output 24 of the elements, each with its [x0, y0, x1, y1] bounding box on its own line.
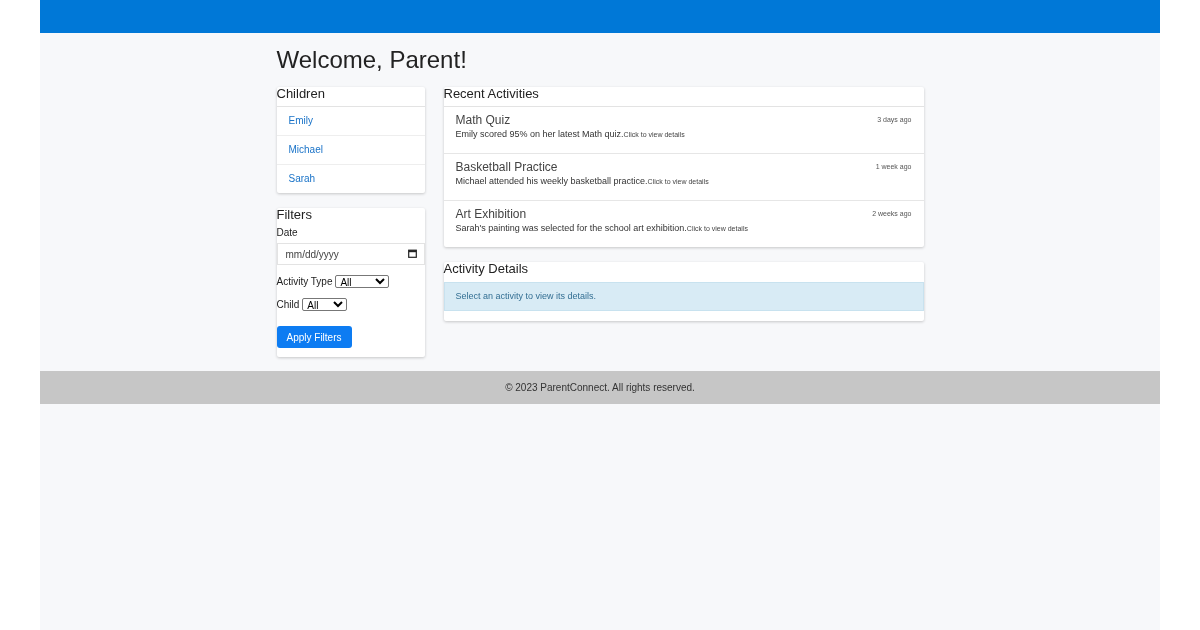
date-label: Date	[276, 227, 299, 238]
apply-filters-button[interactable]: Apply Filters	[276, 326, 352, 348]
calendar-icon	[407, 249, 417, 258]
activity-description: Emily scored 95% on her latest Math quiz.	[455, 129, 624, 139]
welcome-heading: Welcome, Parent!	[276, 45, 468, 75]
card-title: Recent Activities	[443, 87, 540, 103]
date-field[interactable]: mm/dd/yyyy	[276, 243, 425, 265]
activity-title: Basketball Practice	[455, 160, 559, 175]
card-title: Children	[276, 87, 326, 103]
activity-title: Math Quiz	[455, 113, 512, 128]
child-select[interactable]: All	[302, 298, 348, 311]
child-label: Child	[276, 299, 300, 310]
activity-type-select[interactable]: All	[335, 275, 390, 288]
child-link[interactable]: Michael	[276, 135, 425, 164]
activity-description: Michael attended his weekly basketball practice.	[455, 176, 648, 186]
child-link[interactable]: Emily	[276, 107, 425, 135]
info-message: Select an activity to view its details.	[443, 282, 924, 311]
activity-type-label: Activity Type	[276, 276, 333, 287]
card-title: Activity Details	[443, 262, 530, 278]
card-title: Filters	[276, 208, 313, 224]
child-link[interactable]: Sarah	[276, 164, 425, 193]
activity-title: Art Exhibition	[455, 207, 528, 222]
copyright-text: © 2023 ParentConnect. All rights reserved.	[505, 382, 695, 393]
activity-description: Sarah's painting was selected for the school art exhibition.	[455, 223, 687, 233]
